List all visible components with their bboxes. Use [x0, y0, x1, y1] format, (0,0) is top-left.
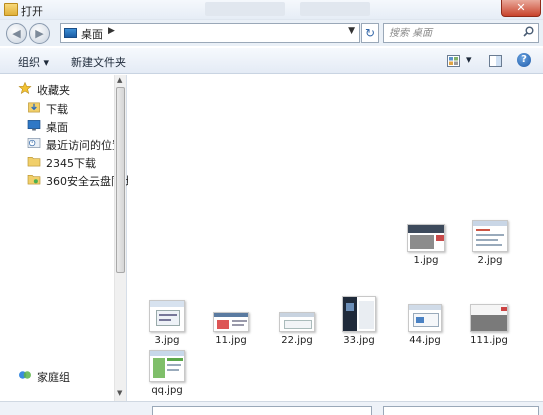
file-name-input[interactable]: [152, 406, 372, 415]
file-item[interactable]: 44.jpg: [395, 304, 455, 346]
download-folder-icon: [28, 102, 40, 113]
help-icon: ?: [521, 54, 527, 65]
file-name: qq.jpg: [151, 385, 183, 396]
star-icon: [18, 82, 32, 94]
folder-open-icon: [4, 3, 18, 16]
folder-icon: [27, 174, 41, 185]
title-bar-background: [205, 2, 285, 16]
nav-item-label: 2345下载: [46, 157, 96, 170]
back-button[interactable]: ◀: [6, 23, 27, 44]
file-item[interactable]: qq.jpg: [137, 350, 197, 396]
command-bar: 组织 ▾ 新建文件夹 ▾ ?: [0, 47, 543, 74]
file-item[interactable]: 3.jpg: [137, 300, 197, 346]
file-name-bar: [0, 401, 543, 415]
image-thumbnail: [342, 296, 376, 332]
scroll-up-icon[interactable]: ▲: [117, 76, 122, 84]
search-input[interactable]: [389, 26, 517, 40]
file-item[interactable]: 33.jpg: [329, 296, 389, 346]
scrollbar-thumb[interactable]: [116, 87, 125, 273]
file-item[interactable]: 111.jpg: [459, 304, 519, 346]
address-row: ◀ ▶ 桌面 ▶ ▼ ↻: [0, 20, 543, 46]
nav-scrollbar[interactable]: ▲ ▼: [114, 75, 126, 401]
file-item[interactable]: 11.jpg: [201, 312, 261, 346]
file-list-pane: 1.jpg 2.jpg 3.jpg 11.jpg 22.jpg 33.jpg 4…: [128, 75, 543, 401]
image-thumbnail: [279, 312, 315, 332]
organize-button[interactable]: 组织 ▾: [18, 54, 49, 70]
nav-item-label: 收藏夹: [37, 84, 70, 97]
image-thumbnail: [407, 224, 445, 252]
file-item[interactable]: 22.jpg: [267, 312, 327, 346]
desktop-icon: [27, 120, 41, 131]
image-thumbnail: [149, 350, 185, 382]
image-thumbnail: [149, 300, 185, 332]
scroll-down-icon[interactable]: ▼: [117, 389, 122, 397]
nav-item-label: 下载: [46, 103, 68, 116]
title-bar-background: [300, 2, 370, 16]
forward-arrow-icon: ▶: [35, 27, 44, 40]
file-type-select[interactable]: [383, 406, 539, 415]
image-thumbnail: [472, 220, 508, 252]
view-options-icon[interactable]: [447, 55, 460, 67]
file-item[interactable]: 2.jpg: [460, 220, 520, 266]
nav-item-label: 家庭组: [37, 371, 70, 384]
search-box[interactable]: [383, 23, 539, 43]
back-arrow-icon: ◀: [12, 27, 21, 40]
file-name: 11.jpg: [215, 335, 247, 346]
nav-item-label: 最近访问的位置: [46, 139, 123, 152]
breadcrumb-desktop[interactable]: 桌面: [81, 26, 103, 42]
view-dropdown-icon[interactable]: ▾: [466, 53, 472, 66]
folder-icon: [27, 156, 41, 167]
refresh-icon: ↻: [364, 26, 376, 40]
file-name: 1.jpg: [413, 255, 439, 266]
file-name: 44.jpg: [409, 335, 441, 346]
image-thumbnail: [470, 304, 508, 332]
file-item[interactable]: 1.jpg: [396, 224, 456, 266]
forward-button[interactable]: ▶: [29, 23, 50, 44]
address-bar[interactable]: 桌面 ▶ ▼: [60, 23, 360, 43]
file-name: 22.jpg: [281, 335, 313, 346]
address-dropdown-icon[interactable]: ▼: [348, 26, 355, 36]
window-title: 打开: [21, 5, 43, 18]
file-name: 33.jpg: [343, 335, 375, 346]
refresh-button[interactable]: ↻: [361, 23, 379, 43]
file-name: 111.jpg: [470, 335, 508, 346]
title-bar: 打开 ✕: [0, 0, 543, 20]
breadcrumb-chevron-icon[interactable]: ▶: [108, 26, 115, 36]
search-icon[interactable]: [523, 26, 534, 37]
help-button[interactable]: ?: [517, 53, 531, 67]
image-thumbnail: [213, 312, 249, 332]
nav-item-label: 桌面: [46, 121, 68, 134]
desktop-icon: [64, 28, 77, 38]
file-name: 3.jpg: [154, 335, 180, 346]
image-thumbnail: [408, 304, 442, 332]
preview-pane-icon[interactable]: [489, 55, 502, 67]
file-name: 2.jpg: [477, 255, 503, 266]
close-button[interactable]: ✕: [501, 0, 541, 17]
recent-places-icon: [27, 138, 41, 148]
navigation-pane: 收藏夹 下载 桌面 最近访问的位置 2345下载 360安全云盘同步 家庭组 ▲…: [0, 75, 133, 401]
homegroup-icon: [19, 371, 31, 379]
new-folder-button[interactable]: 新建文件夹: [71, 54, 126, 70]
